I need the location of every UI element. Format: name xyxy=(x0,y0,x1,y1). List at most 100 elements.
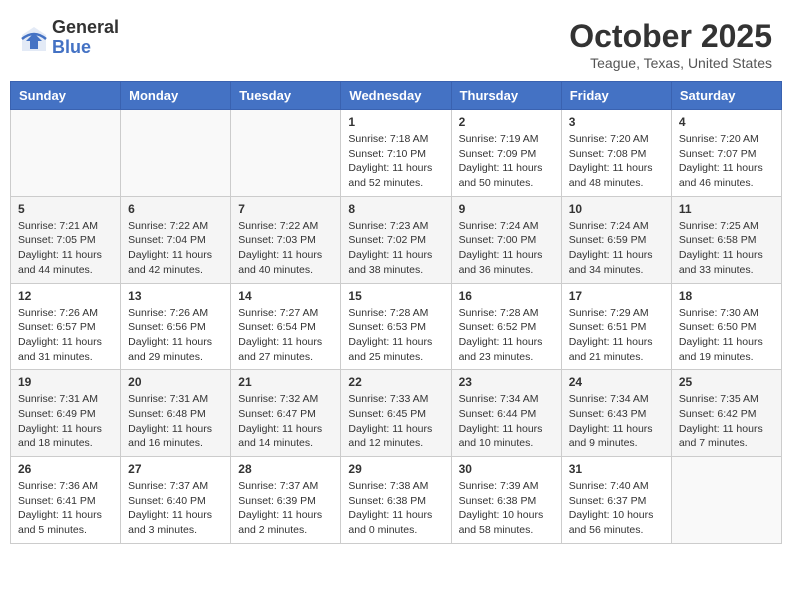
logo-blue: Blue xyxy=(52,38,119,58)
cell-content: Sunrise: 7:34 AMSunset: 6:43 PMDaylight:… xyxy=(569,392,664,451)
weekday-header: Thursday xyxy=(451,82,561,110)
cell-content: Sunrise: 7:27 AMSunset: 6:54 PMDaylight:… xyxy=(238,306,333,365)
cell-content: Sunrise: 7:34 AMSunset: 6:44 PMDaylight:… xyxy=(459,392,554,451)
weekday-header: Monday xyxy=(121,82,231,110)
weekday-header: Wednesday xyxy=(341,82,451,110)
cell-content: Sunrise: 7:20 AMSunset: 7:08 PMDaylight:… xyxy=(569,132,664,191)
cell-content: Sunrise: 7:28 AMSunset: 6:53 PMDaylight:… xyxy=(348,306,443,365)
weekday-header-row: SundayMondayTuesdayWednesdayThursdayFrid… xyxy=(11,82,782,110)
day-number: 20 xyxy=(128,375,223,389)
cell-content: Sunrise: 7:32 AMSunset: 6:47 PMDaylight:… xyxy=(238,392,333,451)
day-number: 27 xyxy=(128,462,223,476)
day-number: 4 xyxy=(679,115,774,129)
cell-content: Sunrise: 7:37 AMSunset: 6:39 PMDaylight:… xyxy=(238,479,333,538)
weekday-header: Tuesday xyxy=(231,82,341,110)
cell-content: Sunrise: 7:25 AMSunset: 6:58 PMDaylight:… xyxy=(679,219,774,278)
day-number: 17 xyxy=(569,289,664,303)
cell-content: Sunrise: 7:35 AMSunset: 6:42 PMDaylight:… xyxy=(679,392,774,451)
calendar-cell xyxy=(121,110,231,197)
day-number: 2 xyxy=(459,115,554,129)
day-number: 7 xyxy=(238,202,333,216)
day-number: 14 xyxy=(238,289,333,303)
cell-content: Sunrise: 7:30 AMSunset: 6:50 PMDaylight:… xyxy=(679,306,774,365)
cell-content: Sunrise: 7:39 AMSunset: 6:38 PMDaylight:… xyxy=(459,479,554,538)
calendar-cell: 12Sunrise: 7:26 AMSunset: 6:57 PMDayligh… xyxy=(11,283,121,370)
cell-content: Sunrise: 7:29 AMSunset: 6:51 PMDaylight:… xyxy=(569,306,664,365)
day-number: 6 xyxy=(128,202,223,216)
cell-content: Sunrise: 7:24 AMSunset: 6:59 PMDaylight:… xyxy=(569,219,664,278)
calendar-table: SundayMondayTuesdayWednesdayThursdayFrid… xyxy=(10,81,782,544)
calendar-week-row: 19 Sunrise: 7:31 AMSunset: 6:49 PMDayligh… xyxy=(11,370,782,457)
calendar-cell: 13Sunrise: 7:26 AMSunset: 6:56 PMDayligh… xyxy=(121,283,231,370)
cell-content: Sunrise: 7:28 AMSunset: 6:52 PMDaylight:… xyxy=(459,306,554,365)
day-number: 8 xyxy=(348,202,443,216)
cell-content: Sunrise: 7:36 AMSunset: 6:41 PMDaylight:… xyxy=(18,479,113,538)
location-subtitle: Teague, Texas, United States xyxy=(569,55,772,71)
day-number: 31 xyxy=(569,462,664,476)
calendar-cell: 19 Sunrise: 7:31 AMSunset: 6:49 PMDayligh… xyxy=(11,370,121,457)
calendar-week-row: 26Sunrise: 7:36 AMSunset: 6:41 PMDayligh… xyxy=(11,457,782,544)
cell-content: Sunrise: 7:38 AMSunset: 6:38 PMDaylight:… xyxy=(348,479,443,538)
calendar-cell: 23 Sunrise: 7:34 AMSunset: 6:44 PMDayligh… xyxy=(451,370,561,457)
calendar-cell: 6 Sunrise: 7:22 AMSunset: 7:04 PMDaylight… xyxy=(121,196,231,283)
calendar-cell: 11 Sunrise: 7:25 AMSunset: 6:58 PMDayligh… xyxy=(671,196,781,283)
cell-content: Sunrise: 7:31 AMSunset: 6:49 PMDaylight:… xyxy=(18,392,113,451)
calendar-cell: 28Sunrise: 7:37 AMSunset: 6:39 PMDayligh… xyxy=(231,457,341,544)
day-number: 11 xyxy=(679,202,774,216)
cell-content: Sunrise: 7:20 AMSunset: 7:07 PMDaylight:… xyxy=(679,132,774,191)
day-number: 29 xyxy=(348,462,443,476)
calendar-cell: 24 Sunrise: 7:34 AMSunset: 6:43 PMDayligh… xyxy=(561,370,671,457)
calendar-cell: 4 Sunrise: 7:20 AMSunset: 7:07 PMDaylight… xyxy=(671,110,781,197)
calendar-cell xyxy=(231,110,341,197)
day-number: 19 xyxy=(18,375,113,389)
calendar-week-row: 1 Sunrise: 7:18 AMSunset: 7:10 PMDaylight… xyxy=(11,110,782,197)
calendar-cell: 21 Sunrise: 7:32 AMSunset: 6:47 PMDayligh… xyxy=(231,370,341,457)
logo-text: General Blue xyxy=(52,18,119,58)
cell-content: Sunrise: 7:18 AMSunset: 7:10 PMDaylight:… xyxy=(348,132,443,191)
calendar-cell: 8Sunrise: 7:23 AMSunset: 7:02 PMDaylight… xyxy=(341,196,451,283)
day-number: 23 xyxy=(459,375,554,389)
cell-content: Sunrise: 7:22 AMSunset: 7:04 PMDaylight:… xyxy=(128,219,223,278)
calendar-cell: 14 Sunrise: 7:27 AMSunset: 6:54 PMDayligh… xyxy=(231,283,341,370)
day-number: 10 xyxy=(569,202,664,216)
day-number: 24 xyxy=(569,375,664,389)
calendar-cell: 27 Sunrise: 7:37 AMSunset: 6:40 PMDayligh… xyxy=(121,457,231,544)
calendar-cell: 16Sunrise: 7:28 AMSunset: 6:52 PMDayligh… xyxy=(451,283,561,370)
calendar-cell: 3Sunrise: 7:20 AMSunset: 7:08 PMDaylight… xyxy=(561,110,671,197)
calendar-cell: 31Sunrise: 7:40 AMSunset: 6:37 PMDayligh… xyxy=(561,457,671,544)
day-number: 9 xyxy=(459,202,554,216)
calendar-cell: 5Sunrise: 7:21 AMSunset: 7:05 PMDaylight… xyxy=(11,196,121,283)
calendar-cell: 30Sunrise: 7:39 AMSunset: 6:38 PMDayligh… xyxy=(451,457,561,544)
calendar-week-row: 12Sunrise: 7:26 AMSunset: 6:57 PMDayligh… xyxy=(11,283,782,370)
weekday-header: Sunday xyxy=(11,82,121,110)
cell-content: Sunrise: 7:31 AMSunset: 6:48 PMDaylight:… xyxy=(128,392,223,451)
logo-icon xyxy=(20,25,48,53)
calendar-cell: 2 Sunrise: 7:19 AMSunset: 7:09 PMDaylight… xyxy=(451,110,561,197)
cell-content: Sunrise: 7:19 AMSunset: 7:09 PMDaylight:… xyxy=(459,132,554,191)
logo-general: General xyxy=(52,18,119,38)
calendar-week-row: 5Sunrise: 7:21 AMSunset: 7:05 PMDaylight… xyxy=(11,196,782,283)
calendar-cell: 17 Sunrise: 7:29 AMSunset: 6:51 PMDayligh… xyxy=(561,283,671,370)
page-header: General Blue October 2025 Teague, Texas,… xyxy=(10,10,782,81)
day-number: 12 xyxy=(18,289,113,303)
title-block: October 2025 Teague, Texas, United State… xyxy=(569,18,772,71)
day-number: 21 xyxy=(238,375,333,389)
weekday-header: Saturday xyxy=(671,82,781,110)
day-number: 1 xyxy=(348,115,443,129)
calendar-cell: 25Sunrise: 7:35 AMSunset: 6:42 PMDayligh… xyxy=(671,370,781,457)
cell-content: Sunrise: 7:26 AMSunset: 6:56 PMDaylight:… xyxy=(128,306,223,365)
calendar-cell xyxy=(11,110,121,197)
calendar-cell: 20 Sunrise: 7:31 AMSunset: 6:48 PMDayligh… xyxy=(121,370,231,457)
day-number: 15 xyxy=(348,289,443,303)
cell-content: Sunrise: 7:37 AMSunset: 6:40 PMDaylight:… xyxy=(128,479,223,538)
day-number: 5 xyxy=(18,202,113,216)
calendar-cell: 10 Sunrise: 7:24 AMSunset: 6:59 PMDayligh… xyxy=(561,196,671,283)
calendar-cell: 29 Sunrise: 7:38 AMSunset: 6:38 PMDayligh… xyxy=(341,457,451,544)
month-title: October 2025 xyxy=(569,18,772,55)
logo: General Blue xyxy=(20,18,119,58)
day-number: 22 xyxy=(348,375,443,389)
calendar-cell: 26Sunrise: 7:36 AMSunset: 6:41 PMDayligh… xyxy=(11,457,121,544)
calendar-cell: 22Sunrise: 7:33 AMSunset: 6:45 PMDayligh… xyxy=(341,370,451,457)
cell-content: Sunrise: 7:24 AMSunset: 7:00 PMDaylight:… xyxy=(459,219,554,278)
calendar-cell: 1 Sunrise: 7:18 AMSunset: 7:10 PMDaylight… xyxy=(341,110,451,197)
